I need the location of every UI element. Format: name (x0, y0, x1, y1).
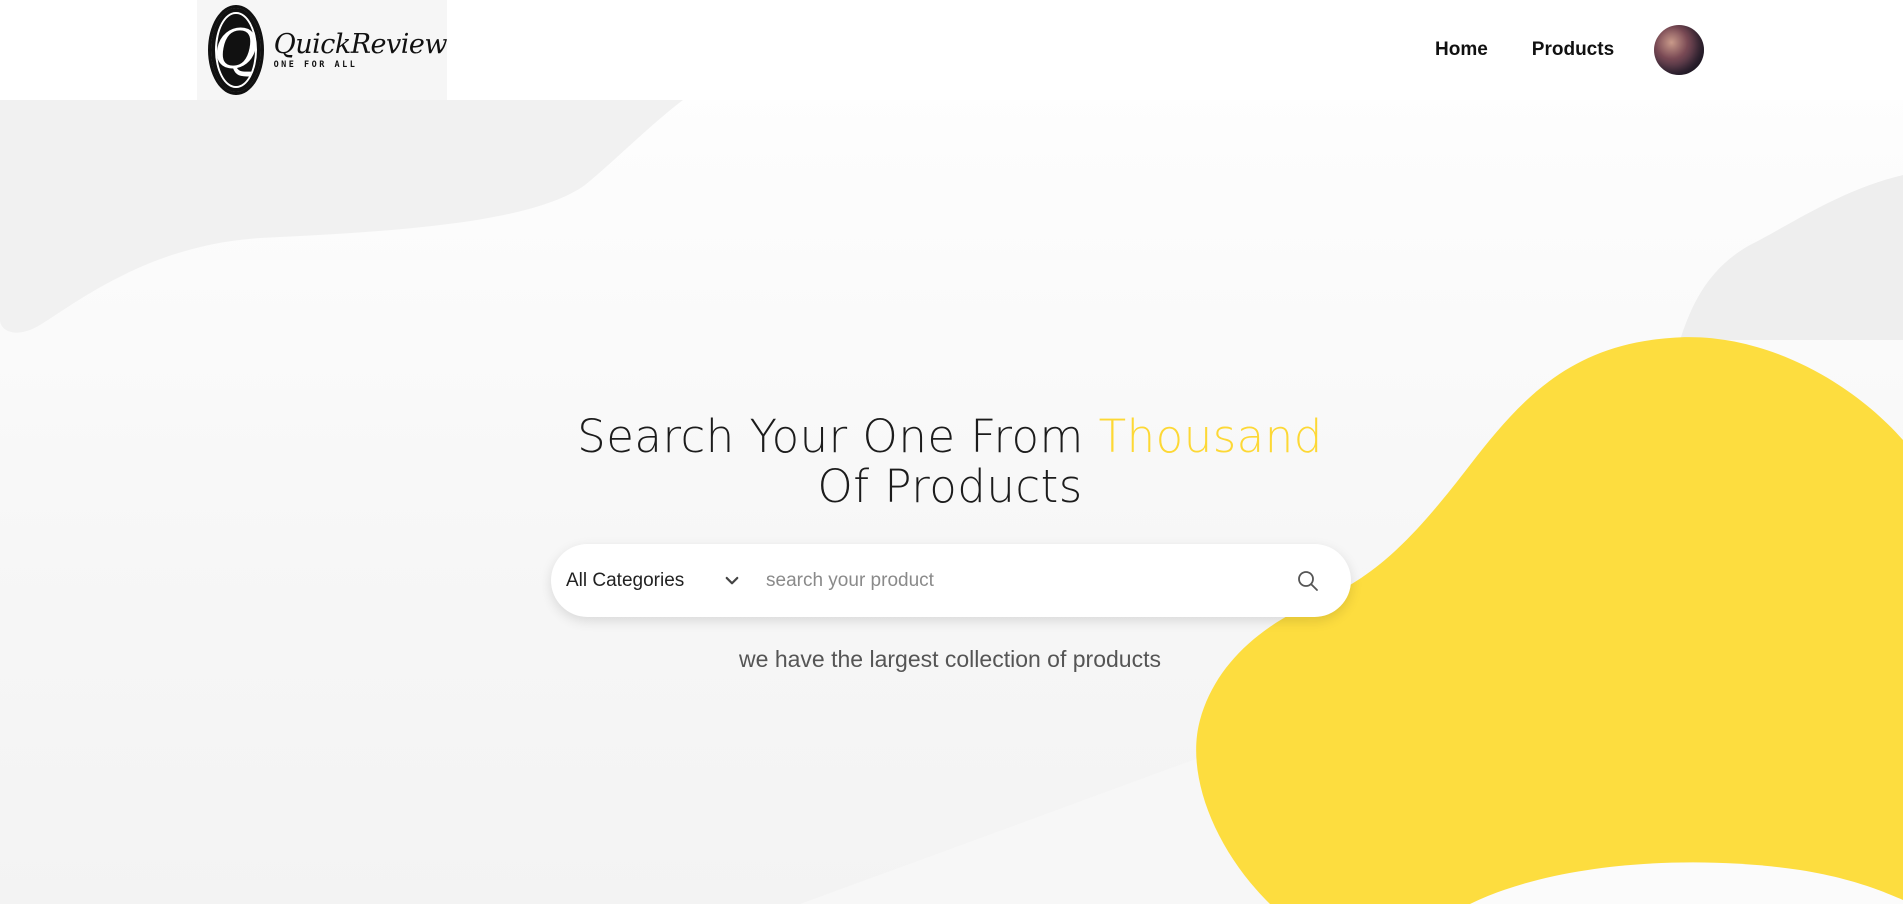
headline-text-before: Search Your One From (577, 410, 1099, 463)
logo[interactable]: Q QuickReview ONE FOR ALL (197, 0, 448, 100)
search-bar: All Categories (551, 544, 1351, 617)
search-input[interactable] (746, 554, 1293, 607)
main-nav: Home Products (1435, 30, 1658, 70)
category-selected-value: All Categories (566, 569, 685, 591)
search-button[interactable] (1293, 566, 1323, 596)
nav-home-link[interactable]: Home (1435, 30, 1488, 70)
logo-tagline: ONE FOR ALL (273, 59, 358, 70)
headline-text-after: Of Products (817, 460, 1083, 513)
search-icon (1298, 570, 1318, 591)
hero-subline: we have the largest collection of produc… (739, 646, 1161, 672)
nav-products-link[interactable]: Products (1532, 30, 1614, 70)
hero-section: Search Your One From Thousand Of Product… (0, 0, 1903, 904)
logo-text: QuickReview ONE FOR ALL (273, 28, 448, 70)
user-avatar[interactable] (1654, 25, 1704, 75)
logo-name: QuickReview (273, 28, 448, 60)
hero-headline: Search Your One From Thousand Of Product… (560, 412, 1340, 512)
logo-mark: Q (208, 5, 264, 95)
category-select[interactable]: All Categories (551, 544, 746, 617)
site-header: Q QuickReview ONE FOR ALL Home Products (0, 0, 1903, 100)
chevron-down-icon (725, 576, 739, 584)
headline-accent-word: Thousand (1098, 410, 1323, 463)
